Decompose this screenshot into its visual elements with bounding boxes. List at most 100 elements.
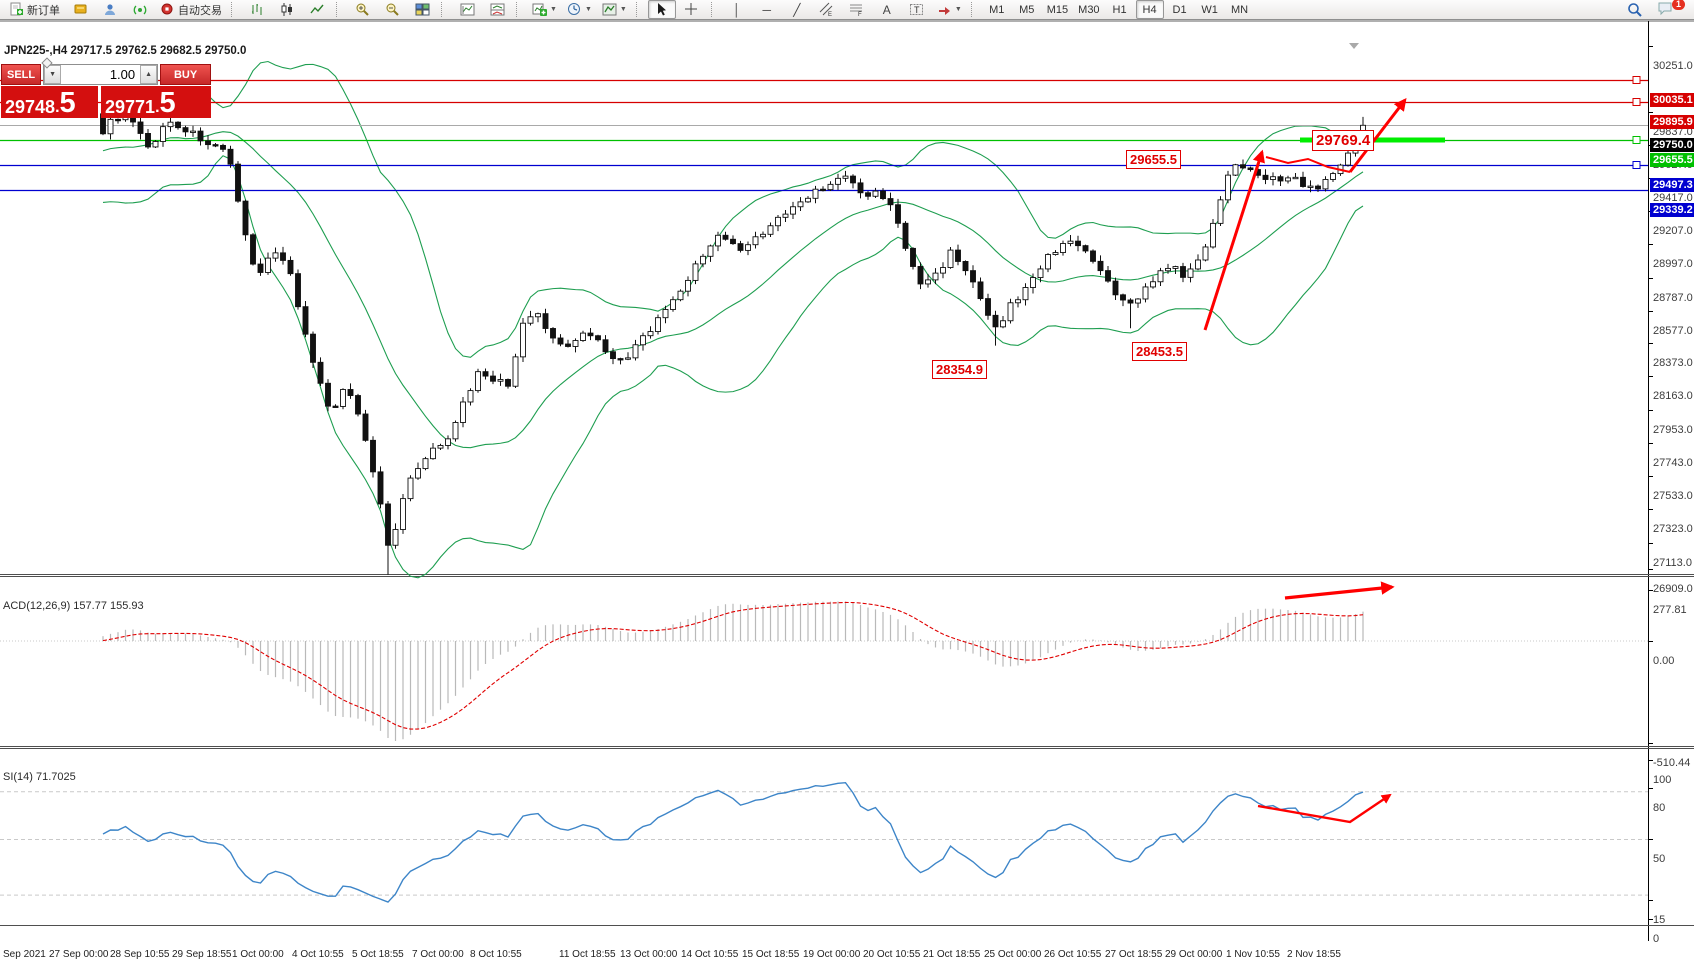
price-callout[interactable]: 29769.4: [1312, 130, 1374, 151]
crosshair-button[interactable]: [678, 0, 706, 19]
date-axis-tick[interactable]: 29 Oct 00:00: [1165, 949, 1222, 960]
shapes-icon: [937, 2, 952, 17]
new-order-button[interactable]: 新订单: [5, 0, 64, 19]
price-callout[interactable]: 29655.5: [1126, 150, 1181, 169]
indw-icon: [460, 2, 475, 17]
date-axis-tick[interactable]: 21 Oct 18:55: [923, 949, 980, 960]
chart-shift-marker[interactable]: [1349, 43, 1359, 49]
toolbar-separator: [231, 2, 238, 17]
text-button[interactable]: A: [873, 0, 901, 19]
dropdown-caret-icon: ▼: [955, 6, 962, 13]
sell-price[interactable]: 29748.5: [1, 86, 98, 118]
indicators-button[interactable]: [453, 0, 481, 19]
date-axis-tick[interactable]: 13 Oct 00:00: [620, 949, 677, 960]
chart-canvas[interactable]: [0, 20, 1694, 943]
timeframe-h4-button[interactable]: H4: [1136, 0, 1164, 19]
horizontal-level-lines[interactable]: [0, 77, 1648, 191]
chart-title: JPN225-,H4 29717.5 29762.5 29682.5 29750…: [4, 45, 246, 57]
date-axis-tick[interactable]: 27 Oct 18:55: [1105, 949, 1162, 960]
svg-text:E: E: [828, 12, 832, 17]
editor-icon[interactable]: [66, 0, 94, 19]
autotrading-button[interactable]: 自动交易: [156, 0, 226, 19]
periods-button[interactable]: ▼: [563, 0, 596, 19]
level-line-handle[interactable]: [1633, 162, 1640, 169]
tile-windows-button[interactable]: [408, 0, 436, 19]
toolbar-separator: [711, 2, 718, 17]
date-axis-tick[interactable]: 15 Oct 18:55: [742, 949, 799, 960]
volume-input[interactable]: [61, 65, 140, 84]
date-axis-tick[interactable]: 26 Oct 10:55: [1044, 949, 1101, 960]
date-axis-tick[interactable]: 8 Oct 10:55: [470, 949, 522, 960]
shapes-button[interactable]: ▼: [933, 0, 966, 19]
chat-button-wrap: 1: [1650, 0, 1680, 21]
timeframe-m5-button[interactable]: M5: [1013, 0, 1041, 19]
timeframe-m30-button[interactable]: M30: [1074, 0, 1103, 19]
timeframe-d1-button[interactable]: D1: [1166, 0, 1194, 19]
toolbar-separator: [971, 2, 978, 17]
sell-button[interactable]: SELL: [1, 64, 41, 85]
date-axis-tick[interactable]: 1 Oct 00:00: [232, 949, 284, 960]
buy-price[interactable]: 29771.5: [101, 86, 211, 118]
signal-icon: [133, 2, 148, 17]
add-indicator-button[interactable]: ▼: [528, 0, 561, 19]
dropdown-caret-icon: ▼: [620, 6, 627, 13]
date-axis-tick[interactable]: Sep 2021: [3, 949, 46, 960]
rsi-arrow-annotation[interactable]: [1258, 795, 1390, 822]
toolbar-item-label: M5: [1019, 4, 1034, 16]
date-axis-tick[interactable]: 19 Oct 00:00: [803, 949, 860, 960]
date-axis-tick[interactable]: 1 Nov 10:55: [1226, 949, 1280, 960]
fibonacci-button[interactable]: F: [843, 0, 871, 19]
timeframe-m1-button[interactable]: M1: [983, 0, 1011, 19]
alerts-icon[interactable]: [126, 0, 154, 19]
level-line-handle[interactable]: [1633, 77, 1640, 84]
toolbar-item-label: MN: [1231, 4, 1248, 16]
date-axis-tick[interactable]: 2 Nov 18:55: [1287, 949, 1341, 960]
indicator-window-button[interactable]: [483, 0, 511, 19]
timeframe-w1-button[interactable]: W1: [1196, 0, 1224, 19]
line-chart-button[interactable]: [303, 0, 331, 19]
price-callout[interactable]: 28453.5: [1132, 342, 1187, 361]
trendline-button[interactable]: ╱: [783, 0, 811, 19]
toolbar-separator: [441, 2, 448, 17]
date-axis-tick[interactable]: 29 Sep 18:55: [172, 949, 232, 960]
date-axis-tick[interactable]: 25 Oct 00:00: [984, 949, 1041, 960]
candles-icon: [280, 2, 295, 17]
level-line-handle[interactable]: [1633, 137, 1640, 144]
date-axis-tick[interactable]: 28 Sep 10:55: [110, 949, 170, 960]
equidistant-channel-button[interactable]: E: [813, 0, 841, 19]
date-axis-tick[interactable]: 5 Oct 18:55: [352, 949, 404, 960]
templates-button[interactable]: ▼: [598, 0, 631, 19]
horizontal-line-button[interactable]: ─: [753, 0, 781, 19]
price-callout[interactable]: 28354.9: [932, 360, 987, 379]
zoom-in-button[interactable]: [348, 0, 376, 19]
tiles-icon: [415, 2, 430, 17]
bars-icon: [250, 2, 265, 17]
zoomin-icon: [355, 2, 370, 17]
macd-arrow-annotation[interactable]: [1285, 587, 1392, 598]
volume-increase-button[interactable]: ▲: [140, 65, 157, 84]
cursor-icon: [654, 2, 669, 17]
date-axis-tick[interactable]: 14 Oct 10:55: [681, 949, 738, 960]
bar-chart-button[interactable]: [243, 0, 271, 19]
buy-button[interactable]: BUY: [160, 64, 211, 85]
zoom-out-button[interactable]: [378, 0, 406, 19]
trend-annotations[interactable]: [1205, 100, 1405, 822]
date-axis-tick[interactable]: 11 Oct 18:55: [559, 949, 616, 960]
level-line-handle[interactable]: [1633, 99, 1640, 106]
date-axis-tick[interactable]: 27 Sep 00:00: [49, 949, 109, 960]
timeframe-h1-button[interactable]: H1: [1106, 0, 1134, 19]
toolbar-item-label: M15: [1047, 4, 1068, 16]
timeframe-mn-button[interactable]: MN: [1226, 0, 1254, 19]
date-axis-tick[interactable]: 7 Oct 00:00: [412, 949, 464, 960]
vertical-line-button[interactable]: │: [723, 0, 751, 19]
timeframe-m15-button[interactable]: M15: [1043, 0, 1072, 19]
profiles-icon[interactable]: [96, 0, 124, 19]
cursor-button[interactable]: [648, 0, 676, 19]
text-label-button[interactable]: T: [903, 0, 931, 19]
date-axis-tick[interactable]: 20 Oct 10:55: [863, 949, 920, 960]
zigzag-annotation[interactable]: [1266, 157, 1350, 172]
search-icon[interactable]: [1621, 0, 1649, 19]
candlestick-chart-button[interactable]: [273, 0, 301, 19]
rsi-line: [103, 783, 1363, 902]
date-axis-tick[interactable]: 4 Oct 10:55: [292, 949, 344, 960]
